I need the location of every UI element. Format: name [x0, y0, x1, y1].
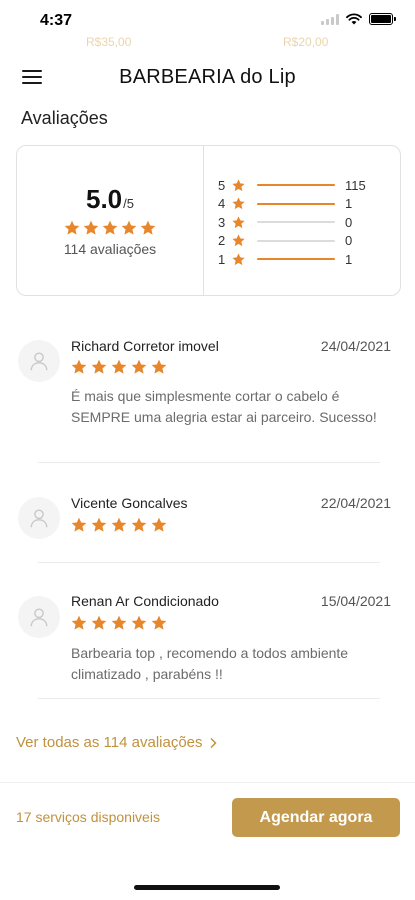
star-icon [131, 615, 147, 630]
reviewer-name: Richard Corretor imovel [71, 338, 219, 354]
star-icon [91, 359, 107, 374]
shop-title: BARBEARIA do Lip [119, 66, 296, 88]
star-icon [131, 359, 147, 374]
person-icon [30, 608, 48, 627]
average-rating-max: /5 [123, 196, 134, 211]
review-stars [70, 516, 168, 534]
status-time: 4:37 [40, 12, 73, 29]
star-icon [151, 517, 167, 532]
person-icon [30, 509, 48, 528]
rating-level: 5 [218, 177, 226, 193]
rating-distribution: 5 115 4 1 3 0 2 0 1 1 [204, 146, 400, 295]
rating-level: 4 [218, 196, 226, 212]
rating-bar [257, 221, 335, 224]
star-icon [140, 220, 156, 235]
rating-distribution-row: 5 115 [218, 176, 400, 195]
star-icon-wrapper [231, 233, 247, 248]
scrolled-prices: R$35,00 R$20,00 [0, 37, 415, 53]
star-icon [232, 253, 245, 265]
review-text: É mais que simplesmente cortar o cabelo … [71, 388, 377, 425]
star-icon [71, 615, 87, 630]
rating-distribution-row: 30 [218, 213, 400, 232]
status-icons [321, 13, 396, 25]
service-price: R$20,00 [283, 37, 329, 49]
average-rating-stars [63, 219, 157, 237]
star-icon [151, 615, 167, 630]
rating-bar [257, 202, 335, 205]
rating-level-count: 1 [345, 251, 353, 267]
rating-level-count: 1 [345, 196, 353, 212]
rating-distribution-row: 20 [218, 232, 400, 251]
rating-bar [257, 258, 335, 261]
rating-level-count: 0 [345, 233, 353, 249]
person-icon [30, 352, 48, 371]
star-icon-wrapper [231, 252, 247, 267]
average-rating: 5.0 /5 114 avaliações [17, 146, 204, 295]
review-stars [70, 358, 168, 376]
divider [38, 562, 380, 563]
rating-level-count: 115 [345, 177, 366, 193]
star-icon [111, 615, 127, 630]
star-icon [111, 517, 127, 532]
reviewer-name: Vicente Goncalves [71, 495, 188, 511]
star-icon [91, 517, 107, 532]
star-icon [131, 517, 147, 532]
reviews-count: 114 avaliações [63, 241, 157, 257]
star-icon [91, 615, 107, 630]
user-avatar-icon [18, 340, 60, 382]
reviewer-name: Renan Ar Condicionado [71, 593, 219, 609]
app-header: BARBEARIA do Lip [0, 56, 415, 100]
rating-bar [257, 184, 335, 187]
rating-level-count: 0 [345, 214, 353, 230]
wifi-icon [346, 13, 362, 25]
rating-bar-fill [257, 202, 335, 205]
chevron-right-icon [209, 737, 217, 748]
rating-summary-card: 5.0 /5 114 avaliações 5 115 4 1 3 0 2 0 1 1 [16, 145, 401, 296]
rating-bar [257, 239, 335, 242]
star-icon [232, 216, 245, 228]
star-icon [71, 517, 87, 532]
schedule-now-button[interactable]: Agendar agora [232, 798, 400, 837]
star-icon [232, 179, 245, 191]
service-price: R$35,00 [86, 37, 132, 49]
star-icon [232, 197, 245, 210]
rating-distribution-row: 11 [218, 250, 400, 269]
rating-level: 2 [218, 233, 226, 249]
star-icon-wrapper [231, 196, 247, 211]
review-stars [70, 614, 168, 632]
review-text: Barbearia top , recomendo a todos ambien… [71, 645, 349, 682]
rating-bar-fill [257, 184, 335, 187]
star-icon [102, 220, 118, 235]
review-date: 22/04/2021 [320, 495, 391, 511]
star-icon [151, 359, 167, 374]
rating-distribution-row: 41 [218, 195, 400, 214]
see-all-reviews-link[interactable]: Ver todas as 114 avaliações [16, 734, 217, 751]
review-date: 15/04/2021 [320, 593, 391, 609]
star-icon-wrapper [231, 178, 247, 193]
home-indicator[interactable] [134, 885, 280, 890]
star-icon [232, 234, 245, 247]
star-icon [83, 220, 99, 235]
average-rating-value: 5.0 [86, 184, 123, 214]
status-bar: 4:37 [0, 0, 415, 40]
user-avatar-icon [18, 596, 60, 638]
rating-level: 3 [218, 214, 226, 230]
divider [38, 698, 380, 699]
star-icon [71, 359, 87, 374]
star-icon-wrapper [231, 215, 247, 230]
battery-icon [369, 13, 396, 25]
cellular-signal-icon [321, 13, 339, 25]
review-date: 24/04/2021 [320, 338, 391, 354]
divider [38, 462, 380, 463]
bottom-action-bar: 17 serviços disponiveis Agendar agora [0, 782, 415, 852]
see-all-reviews-label: Ver todas as 114 avaliações [16, 734, 203, 751]
star-icon [64, 220, 80, 235]
reviews-section-title: Avaliações [21, 108, 108, 128]
rating-level: 1 [218, 251, 226, 267]
user-avatar-icon [18, 497, 60, 539]
star-icon [111, 359, 127, 374]
rating-bar-fill [257, 258, 335, 261]
star-icon [121, 220, 137, 235]
services-available: 17 serviços disponiveis [16, 809, 160, 825]
